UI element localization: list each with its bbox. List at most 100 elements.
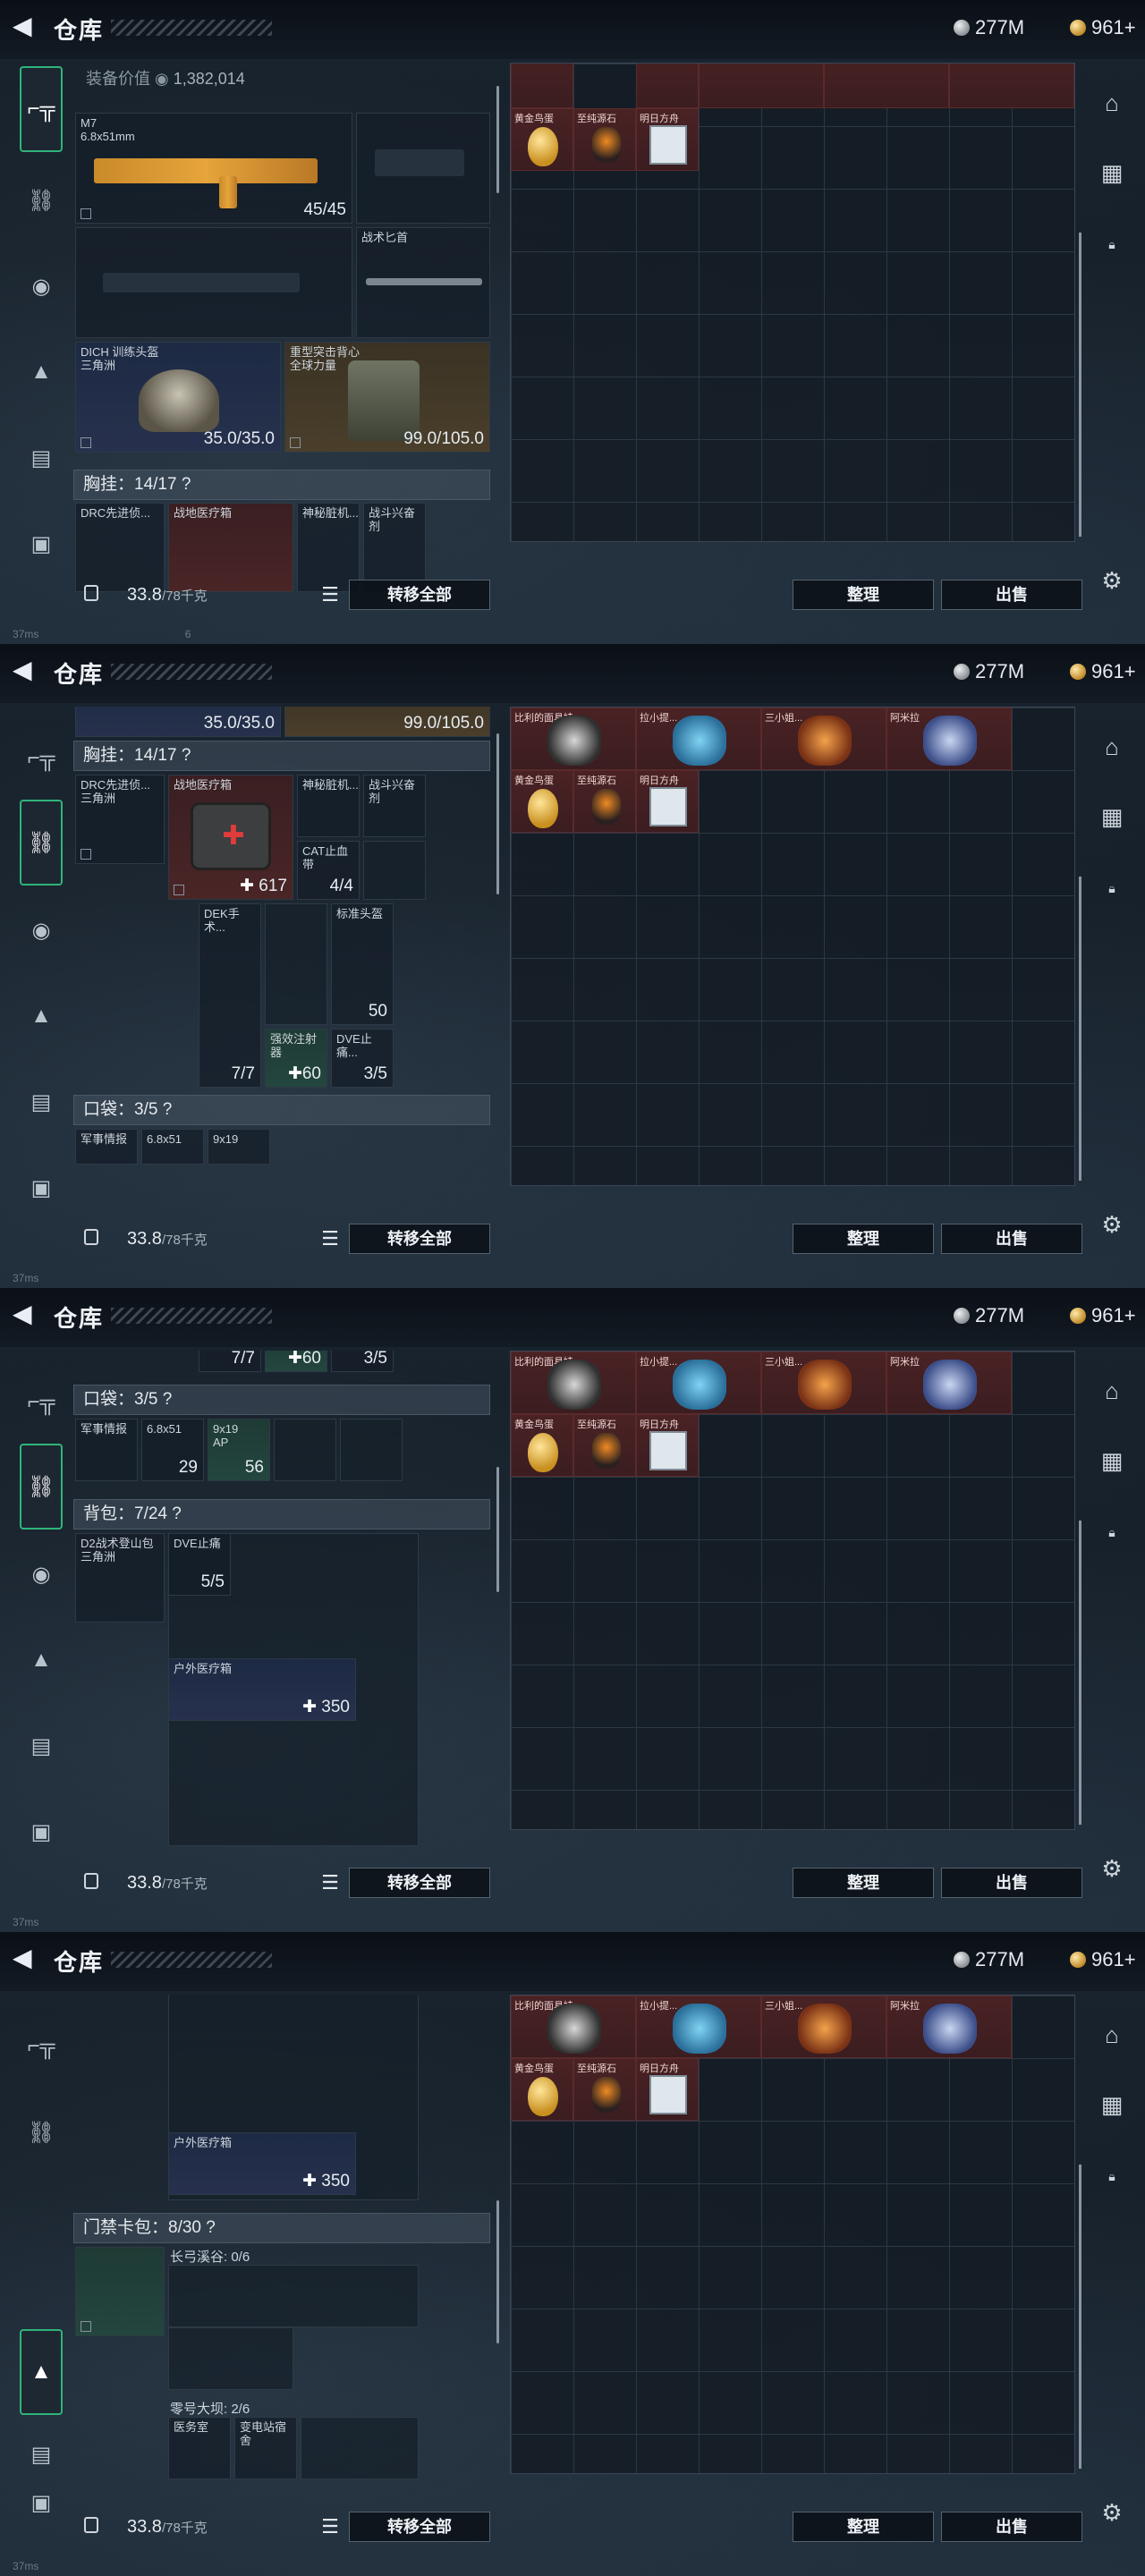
armor-slot[interactable]: 99.0/105.0 [284, 707, 490, 737]
loadout-scrollbar[interactable] [496, 733, 499, 894]
lock-icon[interactable] [84, 585, 98, 601]
chest-rig-header[interactable]: 胸挂：14/17 ? [73, 741, 490, 771]
gold-currency[interactable]: 961+ [1070, 1304, 1136, 1327]
list-icon[interactable]: ☰ [317, 1869, 344, 1896]
stash-item-top[interactable] [824, 64, 949, 108]
lock-icon[interactable] [84, 1873, 98, 1889]
stash-grid[interactable]: 比利的面具娃 拉小提... 三小姐... 阿米拉 黄金鸟蛋 至纯源石 明日方舟 [510, 1351, 1075, 1830]
key-slot-row[interactable] [168, 2265, 419, 2327]
nav-weapons-icon[interactable]: ⌐╦ [20, 2025, 63, 2068]
nav-weapons-icon[interactable]: ⌐╦ [20, 737, 63, 780]
rig-slot[interactable]: DRC先进侦... 三角洲 [75, 775, 165, 864]
dve-slot[interactable]: 3/5 [331, 1351, 394, 1372]
pocket-header[interactable]: 口袋：3/5 ? [73, 1385, 490, 1415]
stash-tab-icon[interactable]: ⌂ [1095, 2018, 1129, 2052]
strong-injector-slot[interactable]: ✚60 [265, 1351, 327, 1372]
nav-backpack-icon[interactable]: ▤ [20, 1080, 63, 1123]
dve-slot[interactable]: DVE止痛... 3/5 [331, 1029, 394, 1088]
stash-item-top[interactable] [699, 64, 824, 108]
stash-item-billy-mask[interactable]: 比利的面具娃 [511, 1996, 636, 2058]
stash-item-violin[interactable]: 拉小提... [636, 708, 761, 770]
lock-icon[interactable]: 🔒︎ [1095, 871, 1129, 905]
stash-item-amiya[interactable]: 阿米拉 [886, 1996, 1012, 2058]
empty-slot[interactable] [265, 903, 327, 1025]
sort-button[interactable]: 整理 [793, 2512, 934, 2542]
pocket-header[interactable]: 口袋：3/5 ? [73, 1095, 490, 1125]
stash-item-miss-three[interactable]: 三小姐... [761, 1996, 886, 2058]
filter-icon[interactable]: ▦ [1095, 800, 1129, 834]
key-substation-slot[interactable]: 变电站宿舍 [234, 2417, 297, 2479]
stash-item-pure-stone[interactable]: 至纯源石 [573, 2058, 636, 2121]
helmet-slot[interactable]: DICH 训练头盔 三角洲 35.0/35.0 [75, 342, 281, 453]
stash-tab-icon[interactable]: ⌂ [1095, 86, 1129, 120]
medkit-slot[interactable]: 战地医疗箱 ✚ ✚ 617 [168, 775, 293, 900]
sort-button[interactable]: 整理 [793, 1224, 934, 1254]
gold-currency[interactable]: 961+ [1070, 660, 1136, 683]
stash-item-golden-egg[interactable]: 黄金鸟蛋 [511, 770, 573, 833]
back-icon[interactable]: ◀ [13, 13, 39, 39]
transfer-all-button[interactable]: 转移全部 [349, 2512, 490, 2542]
nav-keycase-icon[interactable]: ▲ [20, 351, 63, 394]
nav-weapons-icon[interactable]: ⌐╦ [20, 1381, 63, 1424]
stash-item-miss-three[interactable]: 三小姐... [761, 1352, 886, 1414]
key-slot-row[interactable] [301, 2417, 419, 2479]
sell-button[interactable]: 出售 [941, 1224, 1082, 1254]
outdoor-medkit-slot[interactable]: 户外医疗箱 ✚ 350 [168, 2132, 356, 2195]
helmet-slot[interactable]: 35.0/35.0 [75, 707, 281, 737]
strong-injector-slot[interactable]: 强效注射器 ✚60 [265, 1029, 327, 1088]
stash-grid[interactable]: 比利的面具娃 拉小提... 三小姐... 阿米拉 黄金鸟蛋 至纯源石 明日方舟 [510, 707, 1075, 1186]
backpack-slot[interactable]: D2战术登山包 三角洲 [75, 1533, 165, 1623]
stash-item-pure-stone[interactable]: 至纯源石 [573, 770, 636, 833]
lock-icon[interactable]: 🔒︎ [1095, 2159, 1129, 2193]
pocket-slot[interactable]: 军事情报 [75, 1129, 138, 1165]
stash-item-golden-egg[interactable] [511, 64, 573, 108]
nav-weapons-icon[interactable]: ⌐╦ [20, 66, 63, 152]
stash-item-amiya[interactable]: 阿米拉 [886, 708, 1012, 770]
lock-icon[interactable]: 🔒︎ [1095, 227, 1129, 261]
settings-gear-icon[interactable]: ⚙ [1095, 2496, 1129, 2529]
transfer-all-button[interactable]: 转移全部 [349, 580, 490, 610]
nav-pocket-icon[interactable]: ◉ [20, 265, 63, 308]
stash-item-amiya[interactable]: 阿米拉 [886, 1352, 1012, 1414]
secondary-weapon-slot[interactable] [356, 113, 490, 224]
nav-rig-icon[interactable]: ⛓ [20, 179, 63, 222]
sort-button[interactable]: 整理 [793, 1868, 934, 1898]
empty-slot[interactable] [340, 1419, 403, 1481]
tourniquet-slot[interactable]: CAT止血带 4/4 [297, 841, 360, 900]
silver-currency[interactable]: 277M [954, 1948, 1024, 1971]
back-icon[interactable]: ◀ [13, 1301, 39, 1327]
sell-button[interactable]: 出售 [941, 2512, 1082, 2542]
settings-gear-icon[interactable]: ⚙ [1095, 1208, 1129, 1241]
stash-tab-icon[interactable]: ⌂ [1095, 1374, 1129, 1408]
stash-item-golden-egg[interactable]: 黄金鸟蛋 [511, 1414, 573, 1477]
key-medical-slot[interactable]: 医务室 [168, 2417, 231, 2479]
stash-item-top[interactable] [636, 64, 699, 108]
backpack-header[interactable]: 背包：7/24 ? [73, 1499, 490, 1530]
stash-item-arknights[interactable]: 明日方舟 [636, 2058, 699, 2121]
pocket-intel-slot[interactable]: 军事情报 [75, 1419, 138, 1481]
knife-slot[interactable]: 战术匕首 [356, 227, 490, 338]
silver-currency[interactable]: 277M [954, 1304, 1024, 1327]
nav-backpack-icon[interactable]: ▤ [20, 1724, 63, 1767]
settings-gear-icon[interactable]: ⚙ [1095, 1852, 1129, 1885]
dve-slot[interactable]: DVE止痛 5/5 [168, 1533, 231, 1596]
filter-icon[interactable]: ▦ [1095, 1444, 1129, 1478]
list-icon[interactable]: ☰ [317, 581, 344, 608]
lock-icon[interactable] [84, 2517, 98, 2533]
key-slot-row[interactable] [168, 2327, 293, 2390]
nav-rig-icon[interactable]: ⛓ [20, 1444, 63, 1530]
filter-icon[interactable]: ▦ [1095, 156, 1129, 190]
gold-currency[interactable]: 961+ [1070, 16, 1136, 39]
back-icon[interactable]: ◀ [13, 1945, 39, 1971]
sort-button[interactable]: 整理 [793, 580, 934, 610]
nav-backpack-icon[interactable]: ▤ [20, 436, 63, 479]
transfer-all-button[interactable]: 转移全部 [349, 1868, 490, 1898]
gold-currency[interactable]: 961+ [1070, 1948, 1136, 1971]
stash-item-arknights[interactable]: 明日方舟 [636, 1414, 699, 1477]
chest-rig-header[interactable]: 胸挂：14/17 ? [73, 470, 490, 500]
pocket-slot[interactable]: 6.8x51 [141, 1129, 204, 1165]
stash-item-miss-three[interactable]: 三小姐... [761, 708, 886, 770]
nav-toolbox-icon[interactable]: ▣ [20, 1810, 63, 1853]
silver-currency[interactable]: 277M [954, 660, 1024, 683]
sell-button[interactable]: 出售 [941, 1868, 1082, 1898]
